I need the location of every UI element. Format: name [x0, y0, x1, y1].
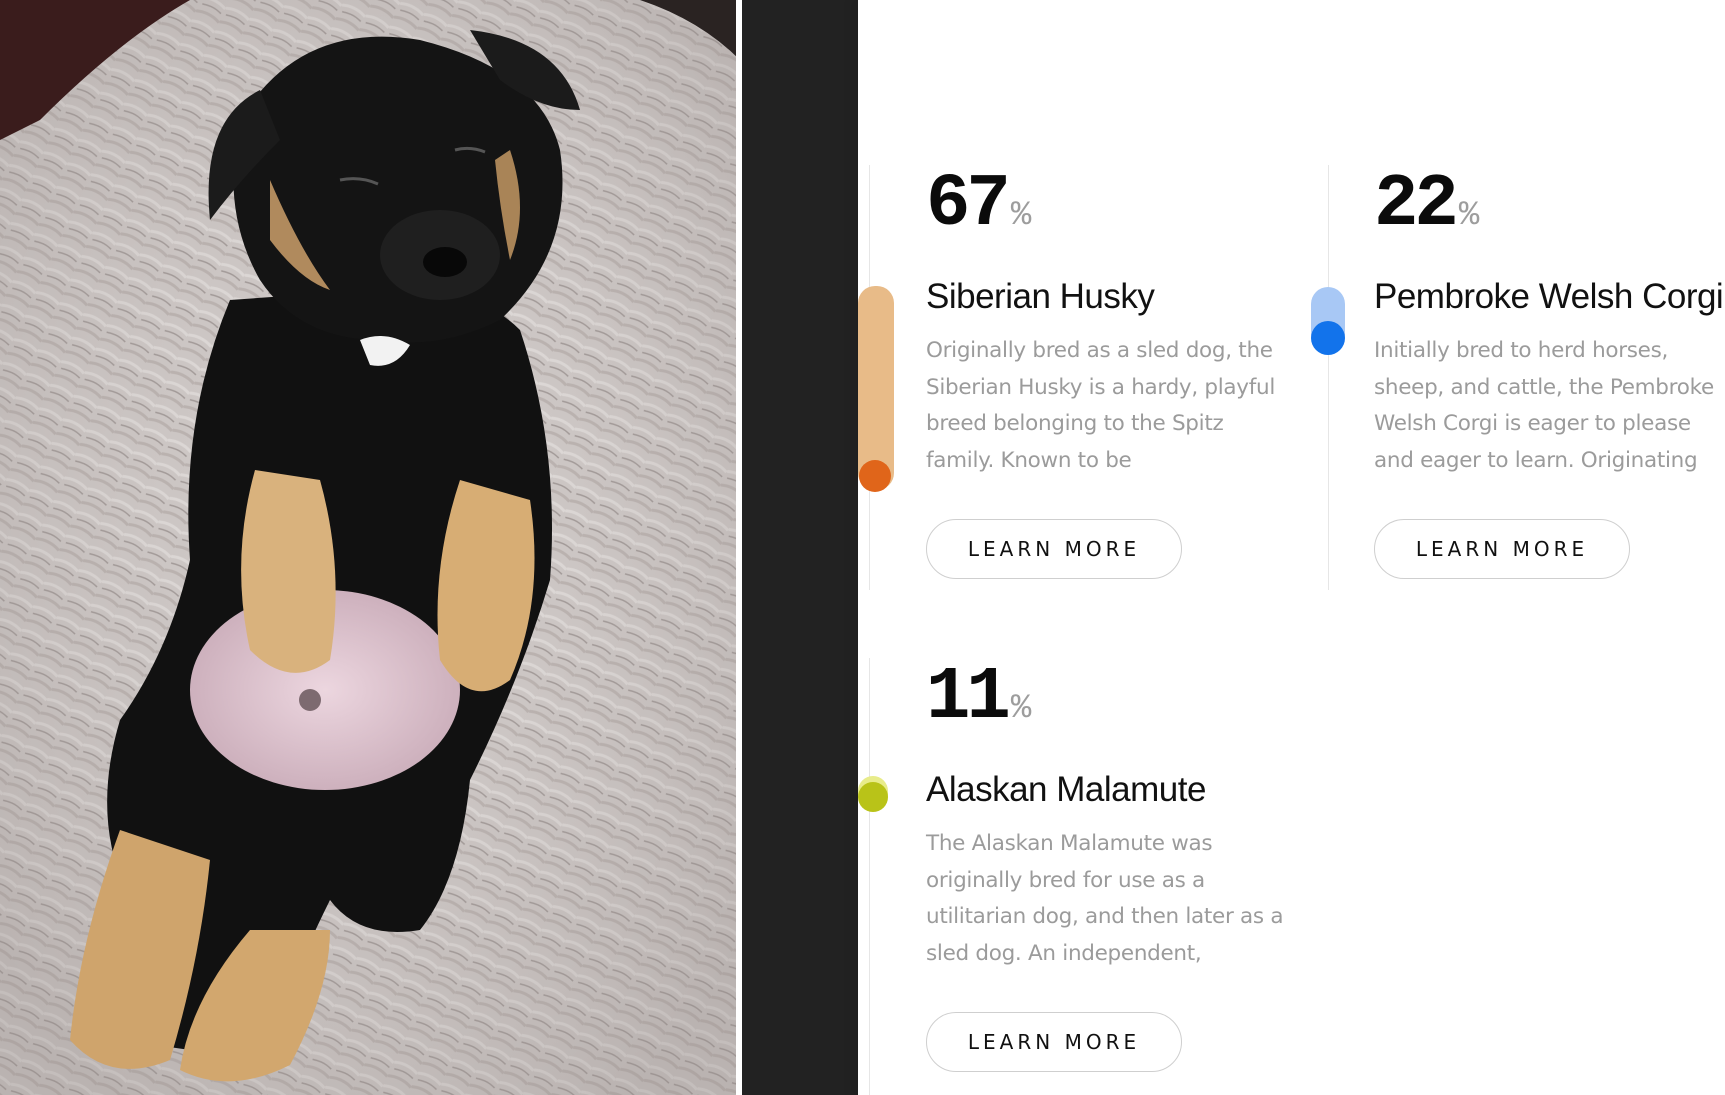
breed-description: Initially bred to herd horses, sheep, an…	[1374, 338, 1714, 473]
indicator-dot	[858, 782, 888, 812]
percentage-value: 11	[926, 656, 1011, 740]
breed-name: Siberian Husky	[926, 277, 1155, 316]
dark-divider-band	[742, 0, 858, 1095]
percentage-value: 22	[1374, 163, 1459, 247]
card-rail	[869, 658, 870, 1095]
breed-percentage: 11%	[926, 658, 1031, 738]
puppy-photo	[0, 0, 740, 1095]
breed-description: The Alaskan Malamute was originally bred…	[926, 831, 1284, 966]
breed-percentage: 22%	[1374, 165, 1479, 245]
learn-more-button[interactable]: LEARN MORE	[926, 1012, 1182, 1072]
breed-card-siberian-husky: 67% Siberian Husky Originally bred as a …	[858, 165, 1309, 590]
indicator-dot	[1311, 321, 1345, 355]
learn-more-button[interactable]: LEARN MORE	[1374, 519, 1630, 579]
puppy-illustration	[0, 0, 740, 1095]
breed-percentage-indicator	[858, 286, 894, 492]
breed-name: Alaskan Malamute	[926, 770, 1206, 809]
indicator-dot	[859, 460, 891, 492]
breed-percentage-indicator	[858, 776, 888, 812]
breed-card-alaskan-malamute: 11% Alaskan Malamute The Alaskan Malamut…	[858, 658, 1309, 1095]
percent-sign: %	[1010, 690, 1032, 728]
percent-sign: %	[1458, 197, 1480, 235]
breed-description: Originally bred as a sled dog, the Siber…	[926, 338, 1275, 473]
percent-sign: %	[1010, 197, 1032, 235]
breed-card-pembroke-welsh-corgi: 22% Pembroke Welsh Corgi Initially bred …	[1311, 165, 1725, 590]
percentage-value: 67	[926, 163, 1011, 247]
breed-percentage: 67%	[926, 165, 1031, 245]
breed-name: Pembroke Welsh Corgi	[1374, 277, 1724, 316]
learn-more-button[interactable]: LEARN MORE	[926, 519, 1182, 579]
breed-percentage-indicator	[1311, 287, 1345, 355]
card-rail	[1328, 165, 1329, 590]
indicator-track	[858, 286, 894, 490]
breed-results-panel: 67% Siberian Husky Originally bred as a …	[858, 0, 1725, 1095]
